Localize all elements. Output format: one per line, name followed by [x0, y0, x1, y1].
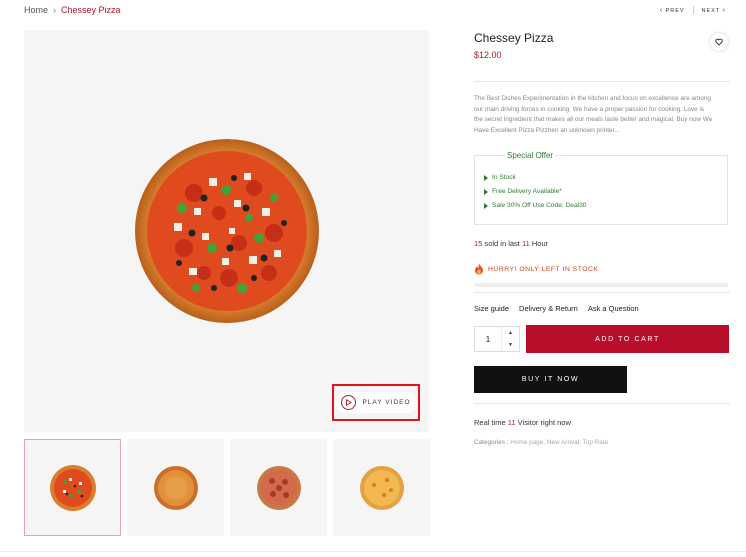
- visitor-counter: Real time 11 Visitor right now: [474, 418, 571, 427]
- ask-question-link[interactable]: Ask a Question: [588, 304, 639, 313]
- special-offer-title: Special Offer: [505, 151, 556, 160]
- quantity-buttons: ▲ ▼: [501, 327, 519, 351]
- size-guide-link[interactable]: Size guide: [474, 304, 509, 313]
- special-offer-box: Special Offer In Stock Free Delivery Ava…: [474, 151, 728, 225]
- categories: Categories : Home page, New Arrival, Top…: [474, 439, 608, 446]
- thumbnail-1[interactable]: [24, 439, 121, 536]
- breadcrumb: Home › Chessey Pizza: [24, 5, 121, 15]
- play-icon: [341, 395, 357, 410]
- quantity-input[interactable]: 1: [475, 327, 501, 351]
- pager-divider: [692, 6, 694, 14]
- divider: [474, 81, 730, 82]
- pizza-image: [135, 139, 319, 323]
- sold-counter: 15 sold in last 11 Hour: [474, 239, 549, 248]
- offer-item: Free Delivery Available*: [484, 188, 586, 195]
- breadcrumb-separator: ›: [53, 5, 57, 15]
- triangle-bullet-icon: [484, 188, 488, 195]
- thumbnail-pizza-image: [256, 465, 301, 510]
- quantity-increase-button[interactable]: ▲: [502, 327, 519, 339]
- product-pager: ‹ PREV NEXT ›: [660, 6, 726, 14]
- fire-icon: [475, 263, 483, 275]
- buy-it-now-button[interactable]: BUY IT NOW: [474, 366, 627, 393]
- product-description: The Best Dishes Experimentation in the k…: [474, 95, 713, 134]
- thumbnail-3[interactable]: [230, 439, 327, 536]
- offer-item: In Stock: [484, 174, 586, 181]
- divider: [474, 403, 730, 404]
- offer-list: In Stock Free Delivery Available* Sale 3…: [484, 174, 586, 216]
- thumbnail-pizza-image: [359, 465, 404, 510]
- heart-icon: [715, 38, 723, 46]
- thumbnail-4[interactable]: [333, 439, 430, 536]
- play-video-pill: PLAY VIDEO: [335, 392, 417, 413]
- stock-warning: HURRY! ONLY LEFT IN STOCK: [474, 263, 598, 275]
- play-video-button[interactable]: PLAY VIDEO: [332, 384, 420, 421]
- page-bottom-divider: [0, 551, 746, 552]
- divider: [474, 292, 730, 293]
- product-price: $12.00: [474, 50, 502, 60]
- thumbnail-pizza-image: [153, 465, 198, 510]
- thumbnail-strip: [24, 439, 430, 536]
- add-to-cart-button[interactable]: ADD TO CART: [526, 325, 729, 353]
- triangle-bullet-icon: [484, 202, 488, 209]
- next-link[interactable]: NEXT ›: [702, 7, 726, 14]
- quantity-stepper: 1 ▲ ▼: [474, 326, 520, 352]
- wishlist-button[interactable]: [710, 33, 728, 51]
- prev-link[interactable]: ‹ PREV: [660, 7, 685, 14]
- stock-progress-bar: [474, 283, 728, 287]
- product-title: Chessey Pizza: [474, 31, 554, 45]
- offer-item: Sale 30% Off Use Code: Deal30: [484, 202, 586, 209]
- breadcrumb-home[interactable]: Home: [24, 5, 48, 15]
- delivery-return-link[interactable]: Delivery & Return: [519, 304, 578, 313]
- categories-label: Categories :: [474, 439, 509, 446]
- quantity-decrease-button[interactable]: ▼: [502, 339, 519, 351]
- main-product-image[interactable]: PLAY VIDEO: [24, 30, 429, 432]
- breadcrumb-current: Chessey Pizza: [61, 5, 121, 15]
- thumbnail-pizza-image: [49, 464, 96, 511]
- triangle-bullet-icon: [484, 174, 488, 181]
- product-links: Size guide Delivery & Return Ask a Quest…: [474, 304, 639, 313]
- thumbnail-2[interactable]: [127, 439, 224, 536]
- categories-links[interactable]: Home page, New Arrival, Top Rate: [510, 439, 608, 446]
- play-video-label: PLAY VIDEO: [362, 399, 411, 406]
